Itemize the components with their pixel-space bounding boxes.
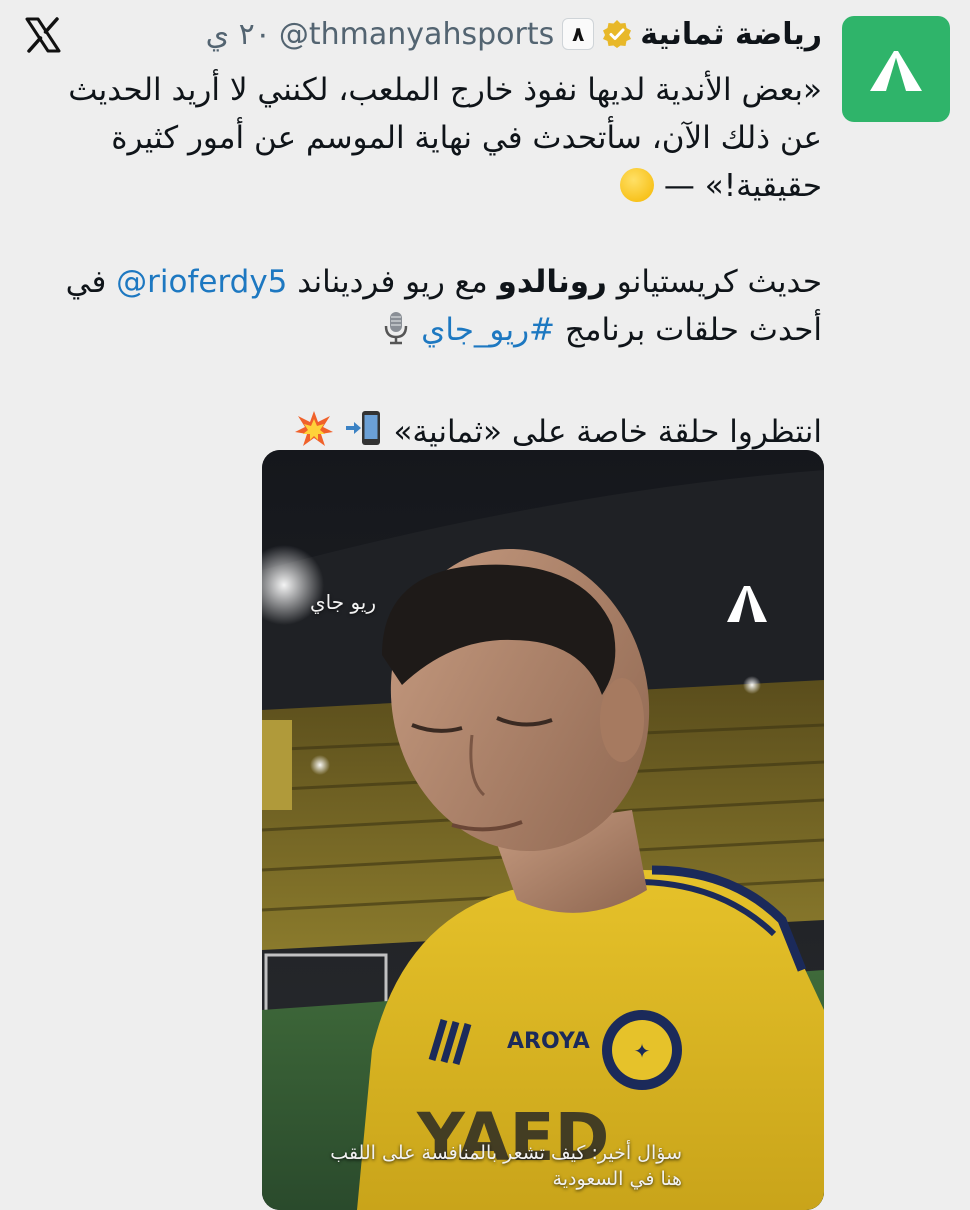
tweet-paragraph-2: حديث كريستيانو رونالدو مع ريو فرديناند @… xyxy=(32,258,822,360)
affiliate-badge[interactable]: ٨ xyxy=(562,18,595,50)
thmanyah-logo-icon xyxy=(870,51,922,91)
text-segment: مع ريو فرديناند xyxy=(297,264,488,300)
player-photo: ✦ AROYA YAED xyxy=(262,450,824,1210)
tweet-paragraph-1: «بعض الأندية لديها نفوذ خارج الملعب، لكن… xyxy=(32,66,822,210)
thmanyah-watermark-icon xyxy=(724,580,770,626)
video-caption: سؤال أخير: كيف تشعر بالمنافسة على اللقب … xyxy=(330,1142,682,1190)
text-segment: انتظروا حلقة خاصة على «ثمانية» xyxy=(393,414,822,450)
timestamp[interactable]: ٢٠ ي xyxy=(206,17,271,52)
mention-link[interactable]: @rioferdy5 xyxy=(116,264,287,300)
verified-badge-icon xyxy=(602,19,632,49)
text-segment: حديث كريستيانو xyxy=(616,264,822,300)
avatar[interactable] xyxy=(842,16,950,122)
quote-text: «بعض الأندية لديها نفوذ خارج الملعب، لكن… xyxy=(68,72,822,204)
affiliate-badge-glyph: ٨ xyxy=(572,22,585,46)
tweet-header: رياضة ثمانية ٨ @thmanyahsports ٢٠ ي xyxy=(206,10,822,58)
tweet-media-image[interactable]: ✦ AROYA YAED ريو جاي سؤال أخير: كيف تشعر… xyxy=(262,450,824,1210)
jersey-sponsor: AROYA xyxy=(507,1029,590,1054)
hashtag-link[interactable]: #ريو_جاي xyxy=(421,312,555,348)
show-watermark-label: ريو جاي xyxy=(310,590,377,614)
x-logo-icon[interactable] xyxy=(22,14,64,56)
user-handle[interactable]: @thmanyahsports xyxy=(279,17,554,52)
tweet-text: «بعض الأندية لديها نفوذ خارج الملعب، لكن… xyxy=(32,66,822,462)
bold-name: رونالدو xyxy=(497,264,607,300)
display-name[interactable]: رياضة ثمانية xyxy=(640,17,822,52)
yellow-circle-emoji-icon xyxy=(620,168,655,202)
microphone-emoji-icon xyxy=(381,310,411,360)
svg-text:✦: ✦ xyxy=(634,1039,651,1063)
